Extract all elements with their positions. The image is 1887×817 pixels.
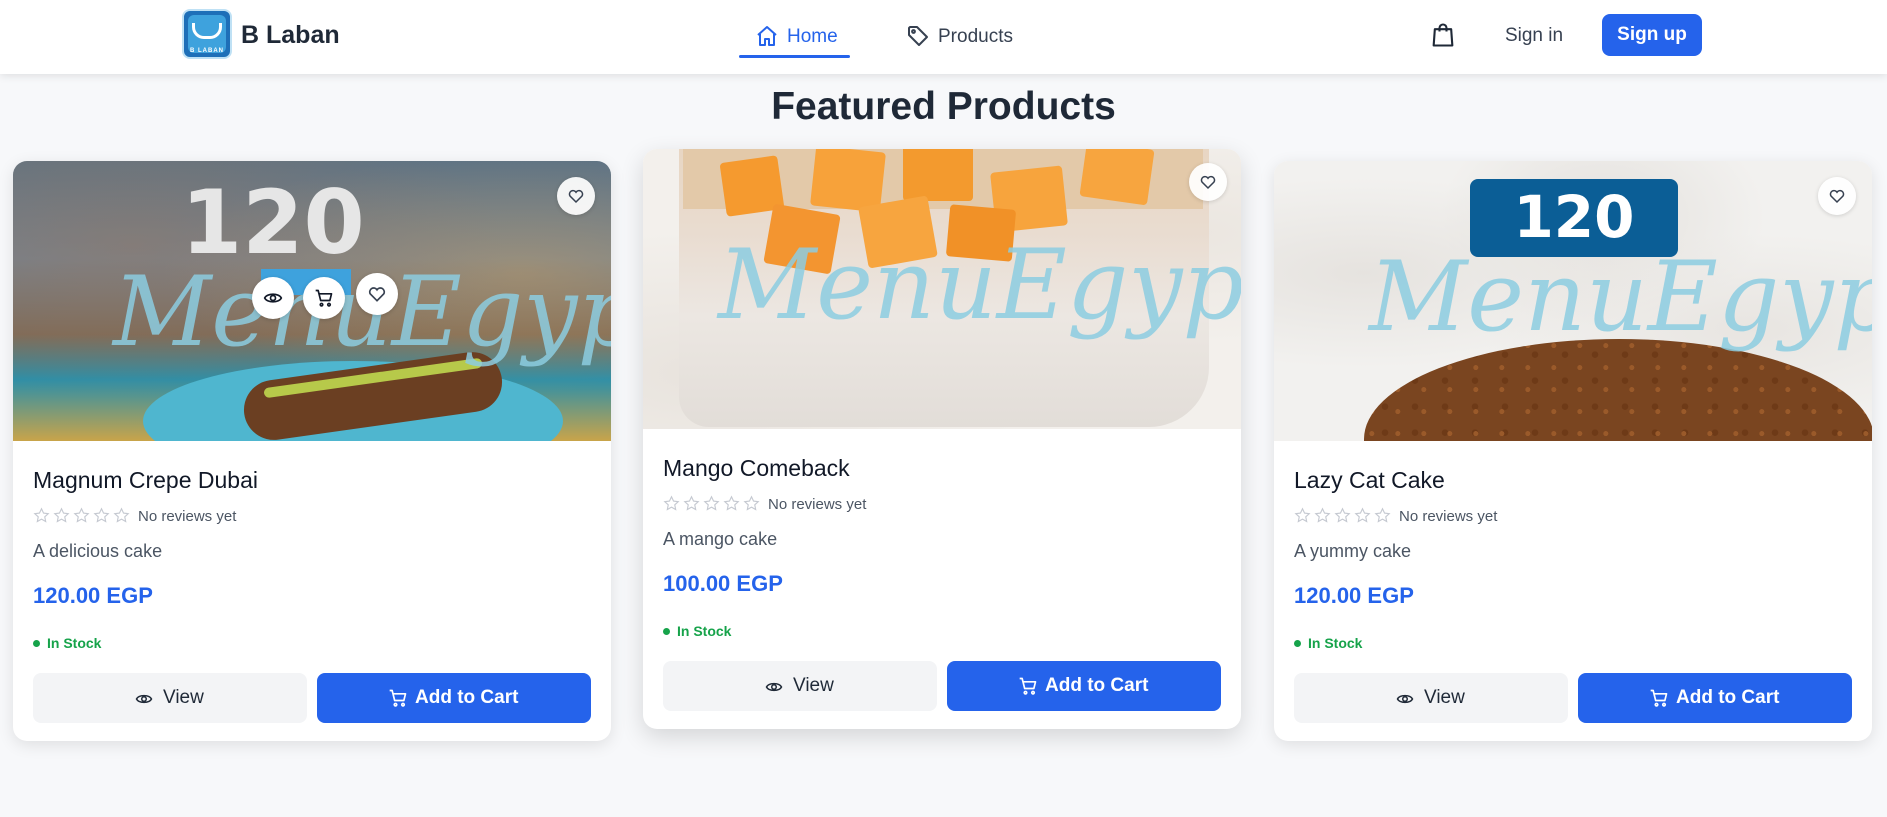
brand-logo[interactable]: B LABAN bbox=[182, 9, 232, 59]
product-image[interactable]: MenuEgypt.com bbox=[643, 149, 1241, 429]
cart-icon bbox=[1019, 677, 1037, 695]
heart-icon bbox=[368, 287, 386, 302]
product-description: A yummy cake bbox=[1294, 541, 1412, 561]
tag-icon bbox=[908, 26, 928, 46]
view-button[interactable]: View bbox=[663, 661, 937, 711]
product-name[interactable]: Lazy Cat Cake bbox=[1294, 467, 1445, 494]
product-description: A delicious cake bbox=[33, 541, 163, 561]
add-to-cart-label: Add to Cart bbox=[1045, 675, 1149, 696]
product-card[interactable]: 120 MenuEgypt.com Magnum Crepe Dubai bbox=[13, 161, 611, 741]
heart-icon bbox=[568, 189, 584, 204]
quick-wishlist-button[interactable] bbox=[356, 273, 398, 315]
stock-status: In Stock bbox=[1294, 635, 1362, 651]
logo-mini-text: B LABAN bbox=[190, 48, 224, 54]
heart-icon bbox=[1829, 189, 1845, 204]
add-to-cart-button[interactable]: Add to Cart bbox=[317, 673, 591, 723]
nav-products-link[interactable]: Products bbox=[904, 14, 1014, 58]
stock-status: In Stock bbox=[33, 635, 101, 651]
product-price: 120.00 EGP bbox=[33, 583, 153, 608]
product-price: 120.00 EGP bbox=[1294, 583, 1414, 608]
stock-status: In Stock bbox=[663, 623, 731, 639]
reviews-text: No reviews yet bbox=[1399, 508, 1498, 525]
reviews-text: No reviews yet bbox=[768, 496, 867, 513]
product-image[interactable]: 120 MenuEgypt.com bbox=[13, 161, 611, 441]
wishlist-button[interactable] bbox=[1189, 163, 1227, 201]
nav-home-link[interactable]: Home bbox=[739, 14, 850, 58]
view-button-label: View bbox=[163, 687, 204, 708]
heart-icon bbox=[1200, 175, 1216, 190]
add-to-cart-button[interactable]: Add to Cart bbox=[947, 661, 1221, 711]
wishlist-button[interactable] bbox=[557, 177, 595, 215]
nav-home-label: Home bbox=[787, 26, 838, 47]
eye-icon bbox=[263, 293, 283, 303]
product-name[interactable]: Mango Comeback bbox=[663, 455, 850, 482]
home-icon bbox=[757, 26, 777, 46]
sign-in-button[interactable]: Sign in bbox=[1495, 14, 1573, 58]
view-button[interactable]: View bbox=[33, 673, 307, 723]
product-card[interactable]: MenuEgypt.com Mango Comeback No reviews … bbox=[643, 149, 1241, 729]
eye-icon bbox=[765, 682, 783, 692]
wishlist-button[interactable] bbox=[1818, 177, 1856, 215]
product-image[interactable]: 120 MenuEgypt.com bbox=[1274, 161, 1872, 441]
quick-add-to-cart-button[interactable] bbox=[303, 277, 345, 319]
stock-label: In Stock bbox=[47, 635, 102, 651]
brand-name[interactable]: B Laban bbox=[241, 21, 340, 50]
quick-view-button[interactable] bbox=[252, 277, 294, 319]
image-watermark: MenuEgypt.com bbox=[718, 229, 1241, 341]
stock-label: In Stock bbox=[677, 623, 732, 639]
quick-actions bbox=[241, 273, 401, 321]
stock-dot bbox=[33, 640, 40, 647]
view-button-label: View bbox=[793, 675, 834, 696]
view-button-label: View bbox=[1424, 687, 1465, 708]
stock-dot bbox=[1294, 640, 1301, 647]
stock-dot bbox=[663, 628, 670, 635]
image-watermark: MenuEgypt.com bbox=[1369, 241, 1872, 353]
sign-up-button[interactable]: Sign up bbox=[1602, 14, 1702, 56]
nav-active-underline bbox=[739, 55, 850, 58]
product-price: 100.00 EGP bbox=[663, 571, 783, 596]
cart-icon bbox=[389, 689, 407, 707]
add-to-cart-button[interactable]: Add to Cart bbox=[1578, 673, 1852, 723]
reviews-text: No reviews yet bbox=[138, 508, 237, 525]
eye-icon bbox=[135, 694, 153, 704]
eye-icon bbox=[1396, 694, 1414, 704]
product-card[interactable]: 120 MenuEgypt.com Lazy Cat Cake No revie… bbox=[1274, 161, 1872, 741]
top-navbar: B LABAN B Laban Home Products Sign in Si… bbox=[0, 0, 1887, 74]
add-to-cart-label: Add to Cart bbox=[415, 687, 519, 708]
add-to-cart-label: Add to Cart bbox=[1676, 687, 1780, 708]
stock-label: In Stock bbox=[1308, 635, 1363, 651]
product-description: A mango cake bbox=[663, 529, 778, 549]
cart-icon bbox=[315, 289, 333, 307]
section-title: Featured Products bbox=[771, 85, 1116, 128]
cart-icon bbox=[1650, 689, 1668, 707]
nav-products-label: Products bbox=[938, 26, 1013, 47]
shopping-bag-icon[interactable] bbox=[1429, 21, 1457, 49]
product-name[interactable]: Magnum Crepe Dubai bbox=[33, 467, 258, 494]
view-button[interactable]: View bbox=[1294, 673, 1568, 723]
